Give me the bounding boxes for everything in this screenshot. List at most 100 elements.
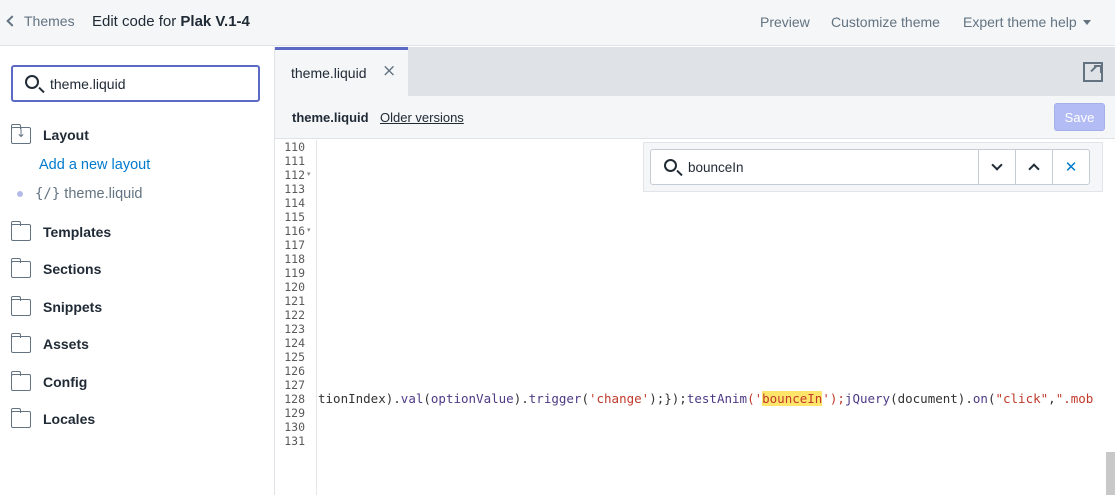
folder-label: Locales (43, 411, 96, 427)
code-token: , (1048, 391, 1056, 406)
folder-config[interactable]: Config (10, 370, 261, 394)
line-number: 125 (284, 350, 305, 364)
code-token: trigger (528, 391, 582, 406)
folder-icon (10, 220, 31, 241)
add-new-layout-link[interactable]: Add a new layout (39, 157, 150, 173)
code-token: testAnim (686, 391, 748, 406)
line-number: 117 (284, 238, 305, 252)
folder-icon (10, 257, 31, 278)
close-icon: ✕ (1064, 157, 1078, 176)
preview-link[interactable]: Preview (760, 14, 810, 30)
line-number: 130 (284, 420, 305, 434)
find-panel: bounceIn ✕ (643, 142, 1103, 192)
folder-templates[interactable]: Templates (10, 220, 261, 244)
file-sidebar: Layout Add a new layout {/} theme.liquid… (0, 47, 275, 495)
folder-layout[interactable]: Layout (10, 123, 261, 147)
folder-sections[interactable]: Sections (10, 257, 261, 281)
top-bar: Themes Edit code for Plak V.1-4 Preview … (0, 0, 1115, 46)
line-number: 114 (284, 196, 305, 210)
folder-label: Config (43, 374, 88, 390)
customize-theme-link[interactable]: Customize theme (831, 14, 940, 30)
folder-open-icon (10, 123, 31, 144)
code-token: val (400, 391, 424, 406)
find-next-button[interactable] (978, 149, 1016, 185)
vertical-scrollbar[interactable] (1106, 452, 1115, 495)
line-number: 127 (284, 378, 305, 392)
back-label: Themes (24, 13, 75, 29)
search-match-highlight: bounceIn (762, 391, 823, 406)
line-number: 119 (284, 266, 305, 280)
code-editor[interactable]: 110 111 112 ▾ 113 114 115 116 ▾ 117 118 119 120 121 12… (275, 140, 1115, 495)
find-query: bounceIn (688, 160, 744, 175)
search-icon (664, 159, 677, 172)
line-number: 122 (284, 308, 305, 322)
title-prefix: Edit code for (92, 13, 177, 30)
code-token: ".mob (1055, 391, 1094, 406)
chevron-left-icon (6, 15, 18, 27)
line-number: 129 (284, 406, 305, 420)
find-close-button[interactable]: ✕ (1052, 149, 1090, 185)
folder-icon (10, 332, 31, 353)
active-file-dot (17, 191, 23, 197)
theme-name: Plak V.1-4 (180, 13, 250, 30)
folder-label: Assets (43, 336, 89, 352)
folder-snippets[interactable]: Snippets (10, 295, 261, 319)
back-to-themes-link[interactable]: Themes (6, 13, 75, 29)
folder-assets[interactable]: Assets (10, 332, 261, 356)
folder-label: Layout (43, 127, 89, 143)
tab-theme-liquid[interactable]: theme.liquid × (275, 47, 408, 96)
code-token: (' (747, 391, 763, 406)
line-number: 111 (284, 154, 305, 168)
close-icon[interactable]: × (382, 63, 396, 80)
older-versions-link[interactable]: Older versions (380, 110, 464, 125)
line-number: 110 (284, 140, 305, 154)
code-token: jQuery (844, 391, 891, 406)
save-button[interactable]: Save (1054, 103, 1105, 131)
line-number: 116 (284, 224, 305, 238)
chevron-up-icon (1028, 163, 1040, 175)
editor-tabs-bar: theme.liquid × (275, 47, 1115, 96)
folder-icon (10, 407, 31, 428)
code-token: tionIndex). (318, 391, 401, 406)
find-input[interactable]: bounceIn (650, 149, 979, 185)
file-label: theme.liquid (64, 186, 143, 202)
file-item-theme-liquid[interactable]: {/} theme.liquid (17, 186, 142, 202)
line-number: 115 (284, 210, 305, 224)
code-file-icon: {/} (35, 186, 61, 202)
fold-marker-icon[interactable]: ▾ (307, 170, 311, 178)
code-token: );}); (649, 391, 687, 406)
expand-editor-button[interactable] (1071, 47, 1115, 96)
code-token: ( (423, 391, 431, 406)
fold-marker-icon[interactable]: ▾ (307, 226, 311, 234)
page-title: Edit code for Plak V.1-4 (92, 13, 250, 30)
code-token: optionValue (430, 391, 514, 406)
line-number: 126 (284, 364, 305, 378)
chevron-down-icon (991, 159, 1003, 171)
current-file-name: theme.liquid (292, 110, 369, 125)
line-number: 124 (284, 336, 305, 350)
code-token: ). (513, 391, 529, 406)
folder-icon (10, 295, 31, 316)
file-search-box[interactable] (11, 65, 260, 102)
folder-label: Sections (43, 261, 102, 277)
expert-help-menu[interactable]: Expert theme help (963, 14, 1077, 30)
line-number: 113 (284, 182, 305, 196)
line-number: 131 (284, 434, 305, 448)
code-token: on (972, 391, 988, 406)
line-number: 120 (284, 280, 305, 294)
line-number: 121 (284, 294, 305, 308)
folder-locales[interactable]: Locales (10, 407, 261, 431)
code-token: '); (822, 391, 845, 406)
line-number: 118 (284, 252, 305, 266)
tab-label: theme.liquid (291, 65, 367, 81)
caret-down-icon[interactable] (1083, 20, 1091, 25)
find-previous-button[interactable] (1015, 149, 1053, 185)
folder-label: Templates (43, 224, 112, 240)
folder-icon (10, 370, 31, 391)
file-search-input[interactable] (50, 74, 250, 94)
code-line-128[interactable]: tionIndex).val(optionValue).trigger('cha… (318, 391, 1115, 407)
folder-label: Snippets (43, 299, 103, 315)
code-token: (document). (890, 391, 973, 406)
line-number: 123 (284, 322, 305, 336)
line-number: 128 (284, 392, 305, 406)
